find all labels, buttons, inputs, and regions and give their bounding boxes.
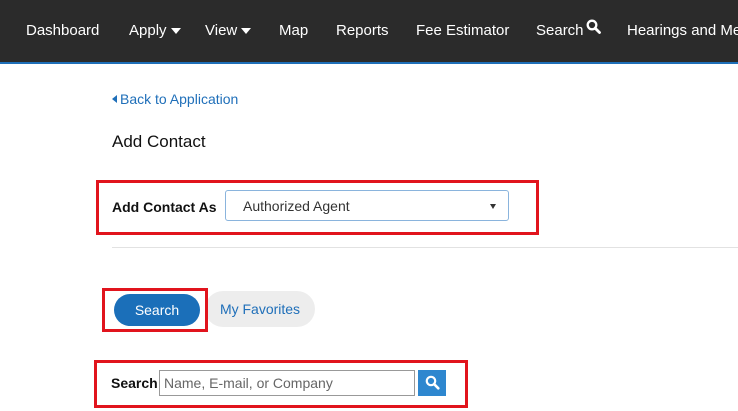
nav-map[interactable]: Map bbox=[279, 0, 308, 62]
search-icon bbox=[586, 0, 601, 61]
section-divider bbox=[112, 247, 738, 248]
nav-fee-estimator[interactable]: Fee Estimator bbox=[416, 0, 509, 62]
top-navigation-bar: Dashboard Apply View Map Reports Fee Est… bbox=[0, 0, 738, 64]
highlight-box-search-tab bbox=[102, 288, 208, 332]
contact-type-selected-value: Authorized Agent bbox=[243, 198, 350, 214]
caret-left-icon bbox=[112, 95, 117, 103]
chevron-down-icon bbox=[490, 204, 496, 209]
nav-view-dropdown[interactable]: View bbox=[205, 0, 252, 62]
back-to-application-link[interactable]: Back to Application bbox=[112, 91, 238, 107]
nav-reports[interactable]: Reports bbox=[336, 0, 389, 62]
search-label: Search bbox=[111, 375, 158, 391]
back-link-label: Back to Application bbox=[120, 91, 239, 107]
nav-search-label: Search bbox=[536, 22, 584, 39]
nav-apply-dropdown[interactable]: Apply bbox=[129, 0, 181, 62]
add-contact-as-label: Add Contact As bbox=[112, 199, 217, 215]
nav-fee-estimator-label: Fee Estimator bbox=[416, 22, 510, 39]
search-icon bbox=[425, 375, 440, 390]
nav-dashboard-label: Dashboard bbox=[26, 22, 100, 39]
nav-dashboard[interactable]: Dashboard bbox=[26, 0, 99, 62]
nav-reports-label: Reports bbox=[336, 22, 389, 39]
caret-down-icon bbox=[241, 28, 252, 35]
tab-my-favorites-label: My Favorites bbox=[219, 301, 301, 317]
nav-view-label: View bbox=[205, 22, 238, 39]
tab-my-favorites[interactable]: My Favorites bbox=[205, 291, 315, 327]
nav-hearings-and-meetings[interactable]: Hearings and Me bbox=[627, 0, 738, 62]
caret-down-icon bbox=[170, 28, 181, 35]
nav-map-label: Map bbox=[279, 22, 309, 39]
search-button[interactable] bbox=[418, 370, 446, 396]
nav-apply-label: Apply bbox=[129, 22, 167, 39]
nav-hearings-label: Hearings and Me bbox=[627, 22, 738, 39]
contact-type-select[interactable]: Authorized Agent bbox=[225, 190, 509, 221]
nav-search[interactable]: Search bbox=[536, 0, 601, 62]
search-input[interactable] bbox=[159, 370, 415, 396]
page-title: Add Contact bbox=[112, 132, 206, 151]
